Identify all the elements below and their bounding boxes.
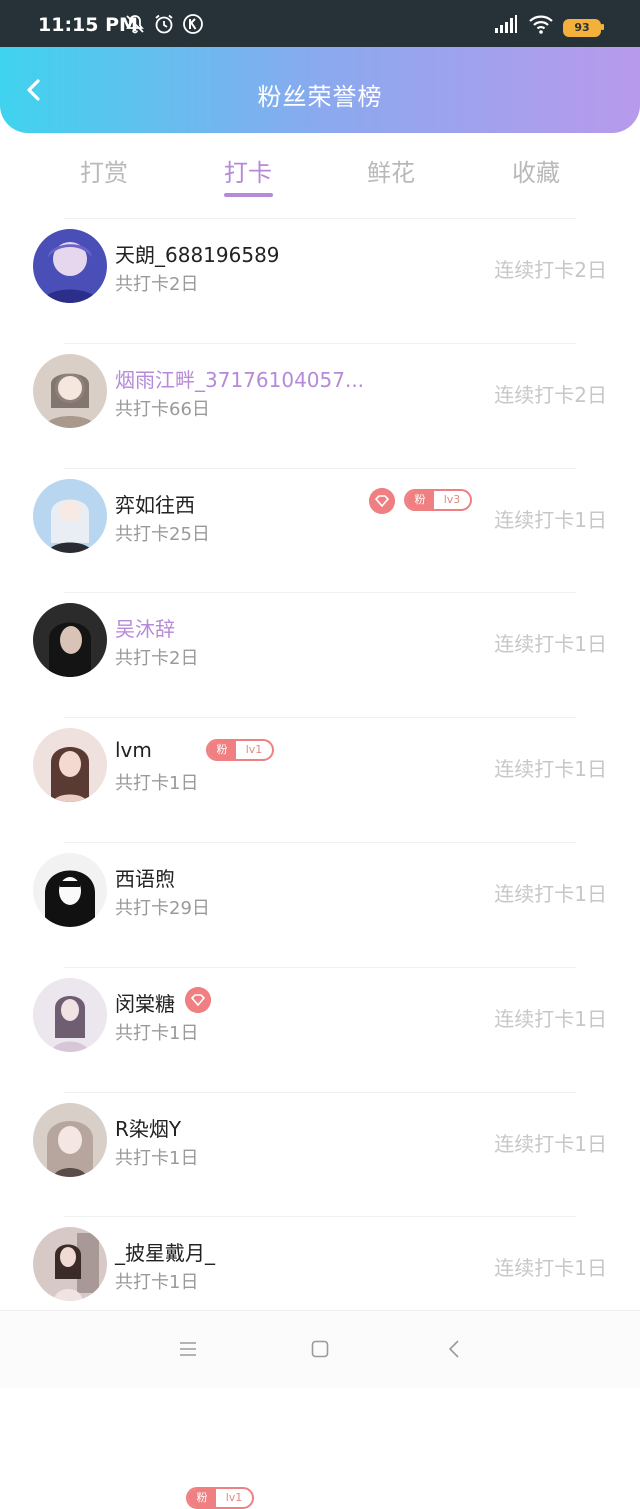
list-item[interactable]: 烟雨江畔_37176104057... 粉 lv3 共打卡66日 连续打卡2日 [0,342,640,514]
fan-badge-label: 粉 [188,1488,216,1507]
checkin-streak: 连续打卡1日 [494,1131,607,1156]
checkin-streak: 连续打卡1日 [494,757,607,782]
list-item[interactable]: R染烟Y 共打卡1日 连续打卡1日 [0,1091,640,1217]
divider [64,966,576,968]
total-checkins: 共打卡1日 [115,1022,199,1044]
status-time: 11:15 PM [38,14,138,36]
back-triangle-icon[interactable] [443,1337,467,1361]
avatar[interactable] [33,478,107,553]
divider [64,218,576,219]
list-item[interactable]: lvm 共打卡1日 连续打卡1日 [0,717,640,842]
avatar[interactable] [33,1102,107,1177]
home-square-icon[interactable] [308,1337,332,1361]
user-name: R染烟Y [115,1116,182,1141]
avatar[interactable] [33,229,107,303]
page-title: 粉丝荣誉榜 [257,83,383,111]
list-item[interactable]: 西语煦 粉 lv1 共打卡29日 连续打卡1日 [0,841,640,1509]
total-checkins: 共打卡29日 [115,897,210,919]
active-tab-indicator [224,193,273,197]
user-name: lvm [115,738,152,763]
list-item[interactable]: 闵棠糖 共打卡1日 连续打卡1日 [0,966,640,1092]
divider [64,1091,576,1093]
checkin-streak: 连续打卡1日 [494,507,607,532]
system-nav-bar [0,1310,640,1388]
menu-icon[interactable] [176,1337,200,1361]
wifi-icon [529,15,553,34]
checkin-streak: 连续打卡1日 [494,881,607,906]
user-name: 弈如往西 [115,492,195,517]
divider [64,342,576,344]
total-checkins: 共打卡25日 [115,523,210,545]
user-name: 烟雨江畔_37176104057... [115,367,365,392]
user-name: 闵棠糖 [115,991,175,1016]
divider [64,841,576,843]
alarm-icon [155,14,173,34]
tab-reward[interactable]: 打赏 [44,153,164,188]
signal-icon [495,15,517,33]
user-name: 吴沐辞 [115,617,175,642]
divider [64,592,576,594]
status-bar: 11:15 PM 93 [0,0,640,47]
total-checkins: 共打卡2日 [115,274,199,295]
user-name: 西语煦 [115,866,175,891]
checkin-streak: 连续打卡2日 [494,382,607,407]
mute-bell-icon [126,15,144,34]
avatar[interactable] [33,603,107,678]
tab-flowers[interactable]: 鲜花 [331,153,451,188]
divider [64,467,576,469]
avatar[interactable] [33,728,107,803]
avatar[interactable] [33,1227,107,1302]
total-checkins: 共打卡66日 [115,398,210,420]
fan-level-badge: 粉 lv1 [186,1486,254,1509]
avatar[interactable] [33,977,107,1052]
list-item[interactable]: 弈如往西 粉 lv1 共打卡25日 连续打卡1日 [0,467,640,761]
k-icon [183,14,203,34]
user-name: 天朗_688196589 [115,243,280,267]
battery-icon: 93 [563,19,601,37]
divider [64,717,576,719]
header: 粉丝荣誉榜 [0,47,640,133]
total-checkins: 共打卡2日 [115,648,199,670]
checkin-streak: 连续打卡1日 [494,1006,607,1031]
fan-badge-level: lv1 [225,1490,243,1504]
total-checkins: 共打卡1日 [115,1147,199,1169]
tab-favorites[interactable]: 收藏 [476,153,596,188]
user-name: _披星戴月_ [115,1241,215,1266]
checkin-streak: 连续打卡1日 [494,632,607,657]
avatar[interactable] [33,852,107,927]
battery-tip [601,24,604,30]
fan-list: 天朗_688196589 共打卡2日 连续打卡2日 烟雨江畔_371761040… [0,218,640,1509]
divider [64,1216,576,1218]
avatar[interactable] [33,353,107,428]
total-checkins: 共打卡1日 [115,1272,199,1294]
total-checkins: 共打卡1日 [115,773,199,795]
checkin-streak: 连续打卡2日 [494,258,607,282]
checkin-streak: 连续打卡1日 [494,1256,607,1281]
list-item[interactable]: 天朗_688196589 共打卡2日 连续打卡2日 [0,218,640,343]
tab-checkin[interactable]: 打卡 [188,153,308,188]
tab-bar: 打赏 打卡 鲜花 收藏 [0,133,640,213]
list-item[interactable]: 吴沐辞 共打卡2日 连续打卡1日 [0,592,640,1014]
